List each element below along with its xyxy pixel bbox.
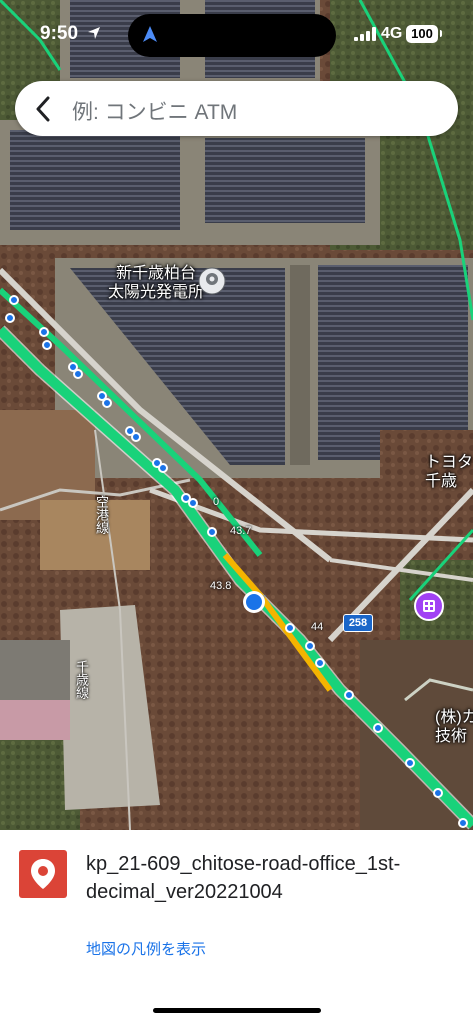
status-bar: 9:50 4G 100 (0, 0, 473, 64)
road-name-label: 空港線 (94, 495, 109, 534)
network-type: 4G (381, 25, 403, 42)
map-pin-icon (19, 850, 67, 898)
search-input[interactable]: 例: コンビニ ATM (72, 96, 237, 126)
place-label-line1: (株)カ (435, 709, 473, 726)
place-label-line1: トヨタ (425, 454, 473, 471)
kp-label: 44 (311, 621, 324, 633)
search-bar[interactable]: 例: コンビニ ATM (15, 81, 458, 136)
kp-label: 43.7 (230, 525, 252, 537)
battery-tip (440, 30, 442, 37)
place-label[interactable]: トヨタ 千歳 (425, 453, 473, 491)
place-label-line2: 技術 (435, 728, 468, 745)
battery-icon: 100 (406, 25, 438, 43)
place-label-line2: 千歳 (425, 473, 458, 490)
place-label-line2: 太陽光発電所 (108, 284, 205, 301)
kp-label: 43.8 (210, 580, 232, 592)
show-map-legend-link[interactable]: 地図の凡例を表示 (86, 938, 206, 959)
kp-label: 0 (213, 496, 220, 508)
route-shield: 258 (343, 614, 373, 632)
road-name-label: 千歳線 (74, 660, 89, 699)
bottom-sheet[interactable]: kp_21-609_chitose-road-office_1st-decima… (0, 830, 473, 1024)
map-view[interactable]: 新千歳柏台 太陽光発電所 トヨタ 千歳 (株)カ 技術 空港線 千歳線 0 43… (0, 0, 473, 830)
dynamic-island[interactable] (128, 14, 336, 57)
home-indicator[interactable] (153, 1008, 321, 1013)
status-time: 9:50 (40, 23, 79, 44)
place-label[interactable]: 新千歳柏台 太陽光発電所 (108, 264, 204, 302)
place-label-line1: 新千歳柏台 (116, 265, 197, 282)
place-label[interactable]: (株)カ 技術 (435, 708, 473, 746)
layer-title: kp_21-609_chitose-road-office_1st-decima… (86, 853, 401, 903)
